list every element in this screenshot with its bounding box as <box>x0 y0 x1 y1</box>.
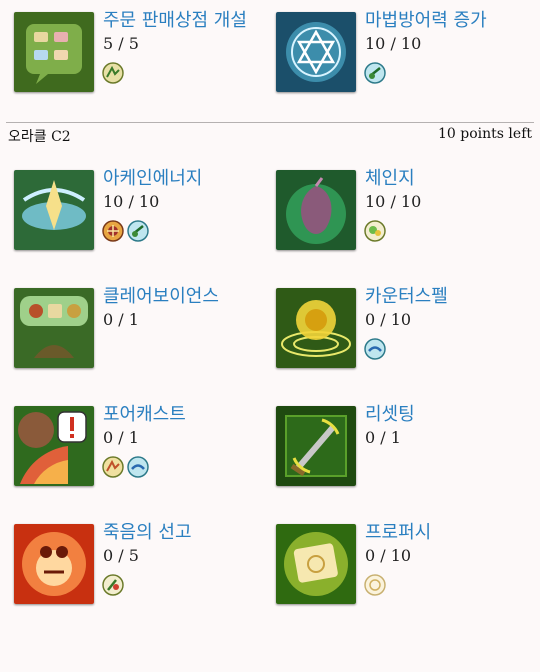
skill-name: 아케인에너지 <box>103 168 203 189</box>
skill-scroll-shop[interactable]: 주문 판매상점 개설 5 / 5 <box>14 10 264 112</box>
death-sentence-icon[interactable] <box>14 524 94 604</box>
resetting-icon[interactable] <box>276 406 356 486</box>
required-skill-icon[interactable] <box>364 62 386 84</box>
prophecy-icon[interactable] <box>276 524 356 604</box>
required-skill-icon[interactable] <box>102 456 124 478</box>
skill-arcane-energy[interactable]: 아케인에너지 10 / 10 <box>14 168 264 270</box>
skill-name: 체인지 <box>365 168 415 189</box>
skill-prophecy[interactable]: 프로퍼시 0 / 10 <box>276 522 526 624</box>
required-skill-icon[interactable] <box>364 338 386 360</box>
skill-level: 10 / 10 <box>103 192 160 211</box>
skill-clairvoyance[interactable]: 클레어보이언스 0 / 1 <box>14 286 264 388</box>
skill-level: 0 / 1 <box>365 428 401 447</box>
skill-level: 0 / 10 <box>365 310 412 329</box>
skill-name: 주문 판매상점 개설 <box>103 10 247 31</box>
required-skill-icon[interactable] <box>127 456 149 478</box>
skill-magic-defense[interactable]: 마법방어력 증가 10 / 10 <box>276 10 526 112</box>
skill-name: 리셋팅 <box>365 404 415 425</box>
required-skill-icon[interactable] <box>102 220 124 242</box>
scroll-shop-icon[interactable] <box>14 12 94 92</box>
skill-level: 10 / 10 <box>365 192 422 211</box>
skill-name: 마법방어력 증가 <box>365 10 487 31</box>
skill-counterspell[interactable]: 카운터스펠 0 / 10 <box>276 286 526 388</box>
skill-level: 0 / 1 <box>103 428 139 447</box>
clairvoyance-icon[interactable] <box>14 288 94 368</box>
required-skill-icon[interactable] <box>102 574 124 596</box>
skill-resetting[interactable]: 리셋팅 0 / 1 <box>276 404 526 506</box>
counterspell-icon[interactable] <box>276 288 356 368</box>
section-title: 오라클 C2 <box>8 129 71 145</box>
skill-name: 카운터스펠 <box>365 286 448 307</box>
skill-level: 0 / 10 <box>365 546 412 565</box>
required-skill-icon[interactable] <box>127 220 149 242</box>
section-divider <box>6 122 534 123</box>
change-icon[interactable] <box>276 170 356 250</box>
skill-name: 포어캐스트 <box>103 404 186 425</box>
required-skill-icon[interactable] <box>102 62 124 84</box>
skill-level: 0 / 1 <box>103 310 139 329</box>
magic-defense-icon[interactable] <box>276 12 356 92</box>
skill-name: 프로퍼시 <box>365 522 432 543</box>
required-skill-icon[interactable] <box>364 574 386 596</box>
skill-level: 10 / 10 <box>365 34 422 53</box>
skill-forecast[interactable]: 포어캐스트 0 / 1 <box>14 404 264 506</box>
required-skill-icon[interactable] <box>364 220 386 242</box>
skill-change[interactable]: 체인지 10 / 10 <box>276 168 526 270</box>
skill-name: 클레어보이언스 <box>103 286 219 307</box>
skill-death-sentence[interactable]: 죽음의 선고 0 / 5 <box>14 522 264 624</box>
forecast-icon[interactable] <box>14 406 94 486</box>
arcane-energy-icon[interactable] <box>14 170 94 250</box>
skill-name: 죽음의 선고 <box>103 522 192 543</box>
points-left: 10 points left <box>438 126 532 142</box>
skill-level: 5 / 5 <box>103 34 139 53</box>
skill-level: 0 / 5 <box>103 546 139 565</box>
